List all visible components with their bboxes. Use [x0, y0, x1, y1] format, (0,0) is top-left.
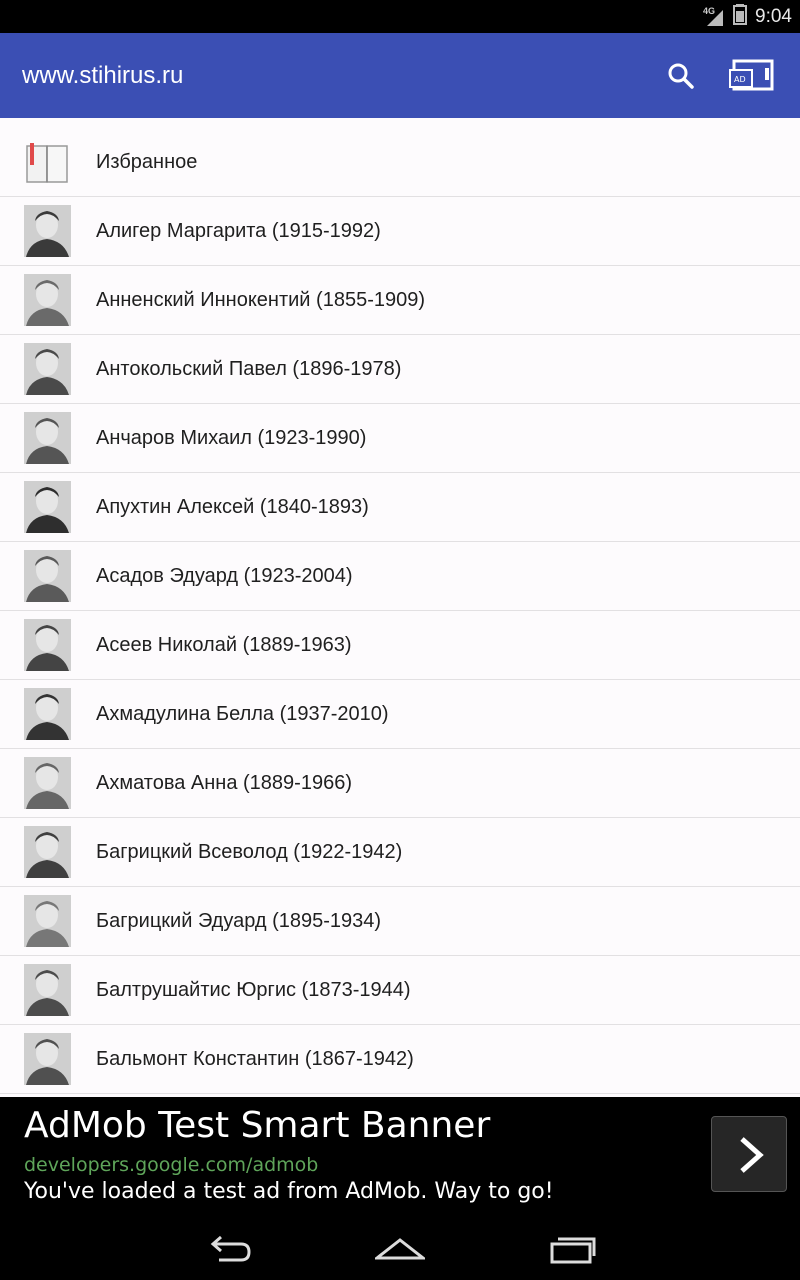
list-item[interactable]: Багрицкий Всеволод (1922-1942)	[0, 818, 800, 887]
ad-text: You've loaded a test ad from AdMob. Way …	[24, 1179, 554, 1204]
signal-icon: 4G	[703, 6, 725, 28]
ad-cast-icon: AD	[729, 59, 774, 91]
list-item[interactable]: Анненский Иннокентий (1855-1909)	[0, 266, 800, 335]
author-portrait	[24, 964, 71, 1016]
favorites-label: Избранное	[96, 151, 198, 173]
author-name: Асадов Эдуард (1923-2004)	[96, 565, 353, 587]
list-item[interactable]: Алигер Маргарита (1915-1992)	[0, 197, 800, 266]
author-name: Анчаров Михаил (1923-1990)	[96, 427, 367, 449]
author-name: Апухтин Алексей (1840-1893)	[96, 496, 369, 518]
list-item[interactable]: Ахмадулина Белла (1937-2010)	[0, 680, 800, 749]
list-item[interactable]: Багрицкий Эдуард (1895-1934)	[0, 887, 800, 956]
author-name: Ахматова Анна (1889-1966)	[96, 772, 352, 794]
ad-url: developers.google.com/admob	[24, 1154, 319, 1176]
author-name: Балтрушайтис Юргис (1873-1944)	[96, 979, 411, 1001]
network-type-label: 4G	[703, 5, 716, 16]
list-item[interactable]: Бальмонт Константин (1867-1942)	[0, 1025, 800, 1094]
author-portrait	[24, 550, 71, 602]
author-name: Асеев Николай (1889-1963)	[96, 634, 352, 656]
author-portrait	[24, 1033, 71, 1085]
ad-title: AdMob Test Smart Banner	[24, 1105, 491, 1146]
ad-banner[interactable]: AdMob Test Smart Banner developers.googl…	[0, 1097, 800, 1218]
ad-cast-button[interactable]: AD	[728, 58, 776, 94]
author-portrait	[24, 619, 71, 671]
recents-icon	[550, 1237, 596, 1264]
back-icon	[210, 1235, 251, 1262]
battery-icon	[733, 3, 748, 30]
list-item[interactable]: Асеев Николай (1889-1963)	[0, 611, 800, 680]
author-portrait	[24, 895, 71, 947]
svg-text:AD: AD	[734, 75, 746, 84]
chevron-right-icon	[740, 1137, 764, 1173]
author-portrait	[24, 343, 71, 395]
back-button[interactable]	[205, 1232, 255, 1266]
list-item[interactable]: Балтрушайтис Юргис (1873-1944)	[0, 956, 800, 1025]
author-portrait	[24, 205, 71, 257]
author-portrait	[24, 481, 71, 533]
list-item[interactable]: Асадов Эдуард (1923-2004)	[0, 542, 800, 611]
author-portrait	[24, 274, 71, 326]
recents-button[interactable]	[548, 1232, 598, 1266]
home-button[interactable]	[372, 1232, 428, 1266]
author-portrait	[24, 757, 71, 809]
list-item[interactable]: Анчаров Михаил (1923-1990)	[0, 404, 800, 473]
status-bar: 4G 9:04	[0, 0, 800, 33]
status-icons: 4G 9:04	[703, 0, 792, 33]
list-item[interactable]: Апухтин Алексей (1840-1893)	[0, 473, 800, 542]
search-icon	[668, 63, 694, 89]
author-name: Бальмонт Константин (1867-1942)	[96, 1048, 414, 1070]
author-name: Алигер Маргарита (1915-1992)	[96, 220, 381, 242]
list-item[interactable]: Ахматова Анна (1889-1966)	[0, 749, 800, 818]
navigation-bar	[0, 1218, 800, 1280]
author-name: Антокольский Павел (1896-1978)	[96, 358, 402, 380]
author-portrait	[24, 412, 71, 464]
home-icon	[372, 1238, 428, 1260]
book-icon	[24, 136, 71, 188]
search-button[interactable]	[664, 59, 698, 93]
author-name: Анненский Иннокентий (1855-1909)	[96, 289, 426, 311]
author-list: Избранное Алигер Маргарита (1915-1992) Ан…	[0, 128, 800, 1094]
app-title: www.stihirus.ru	[22, 62, 184, 89]
list-item-favorites[interactable]: Избранное	[0, 128, 800, 197]
app-bar: www.stihirus.ru AD	[0, 33, 800, 118]
author-portrait	[24, 688, 71, 740]
list-item[interactable]: Антокольский Павел (1896-1978)	[0, 335, 800, 404]
author-name: Багрицкий Эдуард (1895-1934)	[96, 910, 382, 932]
ad-open-button[interactable]	[711, 1116, 787, 1192]
author-name: Багрицкий Всеволод (1922-1942)	[96, 841, 403, 863]
author-portrait	[24, 826, 71, 878]
author-name: Ахмадулина Белла (1937-2010)	[96, 703, 389, 725]
clock: 9:04	[755, 5, 792, 27]
